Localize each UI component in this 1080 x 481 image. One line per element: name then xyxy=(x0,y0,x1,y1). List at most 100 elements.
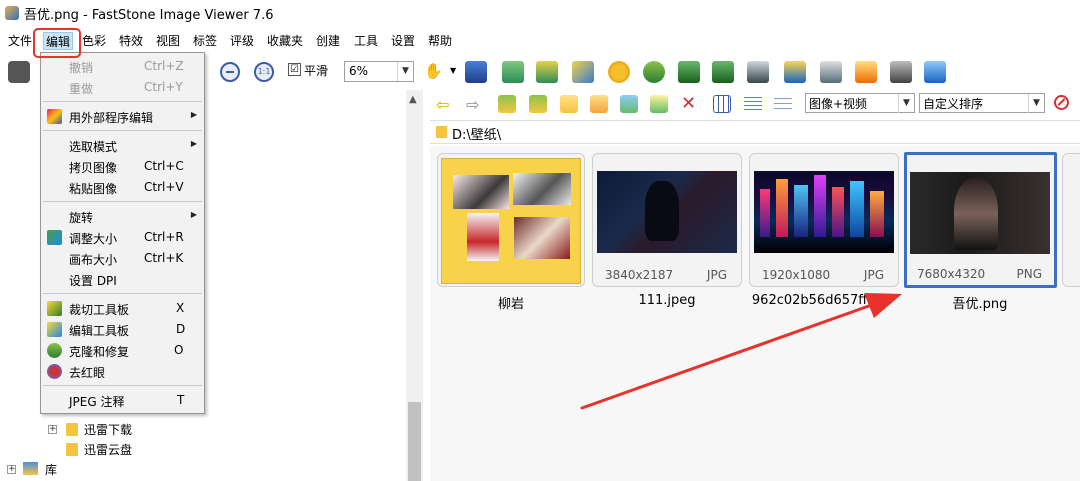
camera-icon[interactable] xyxy=(8,61,30,83)
menu-help[interactable]: 帮助 xyxy=(428,32,452,50)
current-path: D:\壁纸\ xyxy=(452,128,502,143)
clone-icon[interactable] xyxy=(643,61,665,83)
filmstrip-icon[interactable] xyxy=(465,61,487,83)
actual-size-icon[interactable]: 1:1 xyxy=(254,62,274,82)
expand-icon[interactable]: + xyxy=(7,465,16,474)
folder-icon xyxy=(441,158,581,284)
thumbnail-card-folder[interactable] xyxy=(437,153,585,287)
slideshow-icon[interactable] xyxy=(820,61,842,83)
window-title: 吾优.png - FastStone Image Viewer 7.6 xyxy=(24,8,274,23)
select-all-icon[interactable] xyxy=(713,95,731,113)
folder-icon xyxy=(66,443,78,456)
menu-favorites[interactable]: 收藏夹 xyxy=(267,32,303,50)
delete-icon[interactable]: ✕ xyxy=(681,95,699,113)
menu-rating[interactable]: 评级 xyxy=(230,32,254,50)
folder-icon xyxy=(436,126,447,138)
resize-icon[interactable] xyxy=(784,61,806,83)
thumbnail-card-partial[interactable] xyxy=(1062,153,1080,287)
menu-item-label: 旋转 xyxy=(69,211,94,225)
menu-separator xyxy=(43,201,202,202)
edit-menu-dropdown: 撤销 Ctrl+Z 重做 Ctrl+Y 用外部程序编辑 ▶ 选取模式 ▶ 拷贝图… xyxy=(40,52,205,414)
refresh-icon[interactable] xyxy=(529,95,547,113)
thumbnail-type: JPG xyxy=(706,268,727,282)
menu-item-undo[interactable]: 撤销 Ctrl+Z xyxy=(41,56,204,77)
move-to-icon[interactable] xyxy=(650,95,668,113)
rotate-right-icon[interactable] xyxy=(712,61,734,83)
menu-item-label: 粘贴图像 xyxy=(69,182,118,196)
batch-icon[interactable] xyxy=(924,61,946,83)
menu-item-rotate[interactable]: 旋转 ▶ xyxy=(41,206,204,227)
email-icon[interactable] xyxy=(855,61,877,83)
menu-item-crop-board[interactable]: 裁切工具板 X xyxy=(41,298,204,319)
title-bar: 吾优.png - FastStone Image Viewer 7.6 xyxy=(0,0,1080,26)
menu-separator xyxy=(43,385,202,386)
export-icon[interactable] xyxy=(502,61,524,83)
expand-icon[interactable]: + xyxy=(48,425,57,434)
menu-create[interactable]: 创建 xyxy=(316,32,340,50)
menu-item-jpeg-comment[interactable]: JPEG 注释 T xyxy=(41,390,204,411)
view-mode-select[interactable]: 图像+视频 ▼ xyxy=(805,93,915,113)
menu-file[interactable]: 文件 xyxy=(8,32,32,50)
menu-tags[interactable]: 标签 xyxy=(193,32,217,50)
copy-to-icon[interactable] xyxy=(620,95,638,113)
back-arrow-icon[interactable]: ⇦ xyxy=(436,95,454,114)
draw-icon xyxy=(47,322,62,337)
crop-icon xyxy=(47,301,62,316)
thumbnail-image xyxy=(597,171,737,253)
menu-item-draw-board[interactable]: 编辑工具板 D xyxy=(41,319,204,340)
red-eye-icon xyxy=(47,364,62,379)
menu-item-label: JPEG 注释 xyxy=(69,395,125,409)
stop-icon[interactable] xyxy=(1054,95,1069,110)
path-bar[interactable]: D:\壁纸\ xyxy=(430,120,1080,144)
menu-color[interactable]: 色彩 xyxy=(82,32,106,50)
forward-arrow-icon[interactable]: ⇨ xyxy=(466,95,484,114)
menu-item-select-mode[interactable]: 选取模式 ▶ xyxy=(41,135,204,156)
menu-tools[interactable]: 工具 xyxy=(354,32,378,50)
zoom-select[interactable]: 6% ▼ xyxy=(344,61,414,82)
menu-item-external-edit[interactable]: 用外部程序编辑 ▶ xyxy=(41,106,204,127)
menu-item-redo[interactable]: 重做 Ctrl+Y xyxy=(41,77,204,98)
list-view-icon[interactable] xyxy=(774,95,792,113)
adjust-icon[interactable] xyxy=(608,61,630,83)
thumbnail-image xyxy=(910,172,1050,254)
menu-separator xyxy=(43,101,202,102)
menu-view[interactable]: 视图 xyxy=(156,32,180,50)
menu-settings[interactable]: 设置 xyxy=(391,32,415,50)
menu-effects[interactable]: 特效 xyxy=(119,32,143,50)
hand-tool-icon[interactable]: ✋ xyxy=(424,62,443,80)
crop-icon[interactable] xyxy=(536,61,558,83)
chevron-down-icon[interactable]: ▼ xyxy=(450,66,456,75)
menu-item-red-eye[interactable]: 去红眼 xyxy=(41,361,204,382)
thumbnail-card[interactable]: 3840x2187 JPG xyxy=(592,153,742,287)
scroll-up-icon[interactable]: ▲ xyxy=(409,94,417,105)
print-icon[interactable] xyxy=(890,61,912,83)
menu-item-shortcut: D xyxy=(176,322,186,336)
thumbnail-card-selected[interactable]: 7680x4320 PNG xyxy=(904,152,1057,288)
menu-item-clone-heal[interactable]: 克隆和修复 O xyxy=(41,340,204,361)
thumbnail-card[interactable]: 1920x1080 JPG xyxy=(749,153,899,287)
thumbnail-dimensions: 1920x1080 xyxy=(762,268,831,282)
menu-item-copy[interactable]: 拷贝图像 Ctrl+C xyxy=(41,156,204,177)
rotate-left-icon[interactable] xyxy=(678,61,700,83)
details-view-icon[interactable] xyxy=(744,95,762,113)
draw-icon[interactable] xyxy=(572,61,594,83)
menu-item-canvas-size[interactable]: 画布大小 Ctrl+K xyxy=(41,248,204,269)
menu-bar: 文件 编辑 色彩 特效 视图 标签 评级 收藏夹 创建 工具 设置 帮助 xyxy=(0,28,1080,52)
menu-item-paste[interactable]: 粘贴图像 Ctrl+V xyxy=(41,177,204,198)
resize-icon xyxy=(47,230,62,245)
sort-mode-select[interactable]: 自定义排序 ▼ xyxy=(919,93,1045,113)
favorite-folder-icon[interactable] xyxy=(560,95,578,113)
menu-item-label: 拷贝图像 xyxy=(69,161,118,175)
app-icon xyxy=(5,6,19,20)
menu-separator xyxy=(43,293,202,294)
up-folder-icon[interactable] xyxy=(498,95,516,113)
menu-item-resize[interactable]: 调整大小 Ctrl+R xyxy=(41,227,204,248)
menu-item-set-dpi[interactable]: 设置 DPI xyxy=(41,269,204,290)
zoom-out-icon[interactable] xyxy=(220,62,240,82)
sort-mode-value: 自定义排序 xyxy=(923,97,984,111)
tree-scrollbar-thumb[interactable] xyxy=(408,402,421,481)
thumbnail-image xyxy=(754,171,894,253)
new-folder-icon[interactable] xyxy=(590,95,608,113)
flip-icon[interactable] xyxy=(747,61,769,83)
smooth-checkbox[interactable]: ☑ xyxy=(288,63,301,76)
